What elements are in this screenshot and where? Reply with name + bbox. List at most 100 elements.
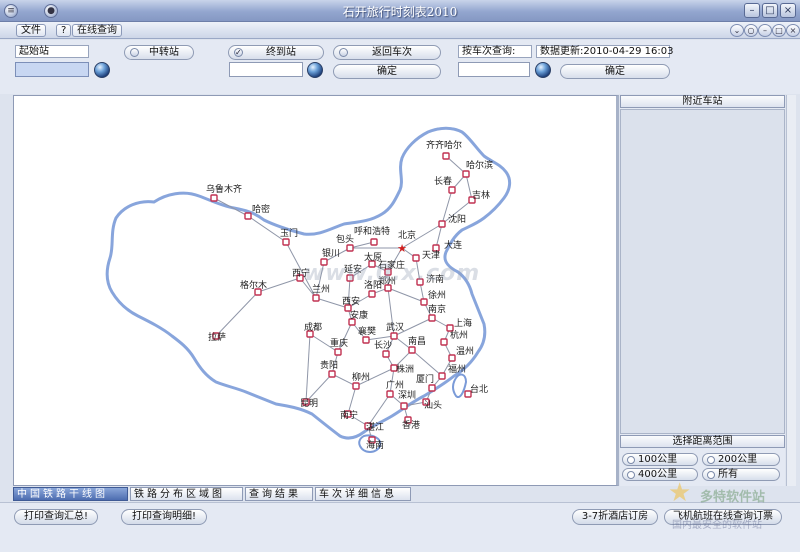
city-station[interactable]: 南京	[428, 303, 446, 322]
city-station[interactable]: 温州	[448, 346, 474, 362]
city-label: 南京	[428, 303, 446, 315]
nearby-stations-list[interactable]	[620, 109, 785, 434]
tab-query-results[interactable]: 查询结果	[245, 487, 313, 501]
city-label: 天津	[422, 250, 440, 261]
rail-line-58	[367, 393, 391, 427]
tab-train-details[interactable]: 车次详细信息	[315, 487, 411, 501]
menu-online-query[interactable]: 在线查询	[72, 24, 122, 37]
rail-line-35	[213, 197, 249, 217]
range-100-radio[interactable]	[627, 456, 635, 464]
range-200-radio[interactable]	[707, 456, 715, 464]
city-label: 徐州	[428, 289, 446, 301]
print-detail-button[interactable]: 打印查询明细!	[121, 509, 207, 525]
station-marker-icon	[370, 238, 378, 246]
railway-map[interactable]: 齐齐哈尔 哈尔滨 长春 吉林 沈阳 大连 乌鲁木齐 哈密 玉门 呼和浩特 包头 ★ 北京 银川 太原 天津 西宁…	[13, 95, 619, 486]
city-station[interactable]: 南宁	[340, 409, 358, 421]
city-station[interactable]: 吉林	[468, 189, 490, 204]
station-marker-icon	[334, 348, 342, 356]
city-label: 昆明	[300, 398, 318, 409]
restore-ctl-icon[interactable]: □	[772, 24, 786, 37]
close-ctl-icon[interactable]: ×	[786, 24, 800, 37]
city-station[interactable]: 哈尔滨	[462, 159, 493, 178]
city-station[interactable]: 台北	[464, 383, 488, 398]
train-globe-icon[interactable]	[535, 62, 551, 78]
start-station-input[interactable]	[15, 62, 89, 77]
station-marker-icon	[448, 354, 456, 362]
city-station[interactable]: 长春	[434, 175, 456, 194]
close-icon[interactable]: ×	[780, 3, 796, 18]
station-marker-icon	[312, 294, 320, 302]
city-station[interactable]: 徐州	[420, 289, 446, 306]
station-marker-icon	[352, 382, 360, 390]
city-station[interactable]: 厦门	[416, 373, 436, 392]
start-globe-icon[interactable]	[94, 62, 110, 78]
search-toolbar: 起始站 中转站 终到站 返回车次 确定 按车次查询: 数据更新:2010-04-…	[0, 40, 800, 94]
minimize-ctl-icon[interactable]: –	[758, 24, 772, 37]
hotel-booking-button[interactable]: 3-7折酒店订房	[572, 509, 658, 525]
station-marker-icon	[438, 220, 446, 228]
range-100km[interactable]: 100公里	[622, 453, 698, 466]
city-station[interactable]: 汕头	[422, 398, 442, 411]
end-checkbox[interactable]	[234, 46, 243, 59]
chevron-down-icon[interactable]: ⌄	[730, 24, 744, 37]
city-label: 上海	[454, 317, 472, 329]
station-marker-icon	[368, 290, 376, 298]
rail-line-52	[305, 373, 333, 403]
city-station[interactable]: 乌鲁木齐	[206, 183, 242, 202]
city-station[interactable]: 安康	[348, 309, 368, 326]
city-station[interactable]: 玉门	[280, 227, 298, 246]
range-200km[interactable]: 200公里	[702, 453, 780, 466]
end-station-input[interactable]	[229, 62, 303, 77]
city-station[interactable]: 株洲	[390, 363, 414, 375]
city-station[interactable]: 香港	[402, 416, 420, 431]
transfer-station-toggle[interactable]: 中转站	[124, 45, 194, 60]
menu-file[interactable]: 文件	[16, 24, 46, 37]
station-marker-icon	[244, 212, 252, 220]
city-station[interactable]: 上海	[446, 317, 472, 332]
city-station[interactable]: 昆明	[300, 398, 318, 409]
transfer-checkbox[interactable]	[130, 48, 139, 57]
range-100-label: 100公里	[638, 454, 678, 465]
minimize-icon[interactable]: –	[744, 3, 760, 18]
city-station[interactable]: 柳州	[352, 371, 370, 390]
tab-railway-trunk-map[interactable]: 中国铁路干线图	[13, 487, 128, 501]
city-station[interactable]: 拉萨	[208, 331, 226, 343]
train-number-input[interactable]	[458, 62, 530, 77]
city-station[interactable]: 湛江	[364, 422, 384, 433]
end-globe-icon[interactable]	[307, 62, 323, 78]
city-label: 香港	[402, 419, 420, 431]
city-label: 长沙	[374, 339, 392, 351]
print-summary-button[interactable]: 打印查询汇总!	[14, 509, 98, 525]
range-400-radio[interactable]	[627, 471, 635, 479]
city-label: 汕头	[424, 400, 442, 411]
vertical-scrollbar[interactable]	[786, 95, 796, 486]
tab-railway-region-map[interactable]: 铁路分布区域图	[130, 487, 243, 501]
city-station[interactable]: 贵阳	[320, 359, 338, 378]
city-station[interactable]: 格尔木	[240, 279, 267, 296]
rail-line-55	[347, 385, 357, 415]
city-station[interactable]: 天津	[412, 250, 440, 262]
city-station[interactable]: 南昌	[408, 335, 426, 354]
city-station[interactable]: 重庆	[330, 337, 348, 356]
confirm2-button[interactable]: 确定	[560, 64, 670, 79]
end-station-toggle[interactable]: 终到站	[228, 45, 324, 60]
return-train-toggle[interactable]: 返回车次	[333, 45, 441, 60]
brand-watermark: ★ 多特软件站 国内最安全的软件站	[668, 478, 798, 548]
station-marker-icon	[382, 350, 390, 358]
confirm-button[interactable]: 确定	[333, 64, 441, 79]
city-station[interactable]: ★北京	[397, 229, 416, 255]
city-station[interactable]: 齐齐哈尔	[426, 139, 462, 160]
rail-line-50	[305, 333, 311, 403]
maximize-icon[interactable]: □	[762, 3, 778, 18]
city-station[interactable]: 杭州	[440, 329, 468, 346]
city-station[interactable]: 西安	[342, 295, 360, 312]
city-label: 贵阳	[320, 359, 338, 371]
restore-icon[interactable]: ○	[744, 24, 758, 37]
return-checkbox[interactable]	[339, 48, 348, 57]
menu-help[interactable]: ?	[56, 24, 72, 37]
city-station[interactable]: 深圳	[398, 390, 416, 410]
city-station[interactable]: 成都	[304, 321, 322, 338]
city-station[interactable]: 长沙	[374, 339, 392, 358]
city-station[interactable]: 呼和浩特	[354, 225, 390, 246]
city-station[interactable]: 海南	[366, 436, 384, 451]
